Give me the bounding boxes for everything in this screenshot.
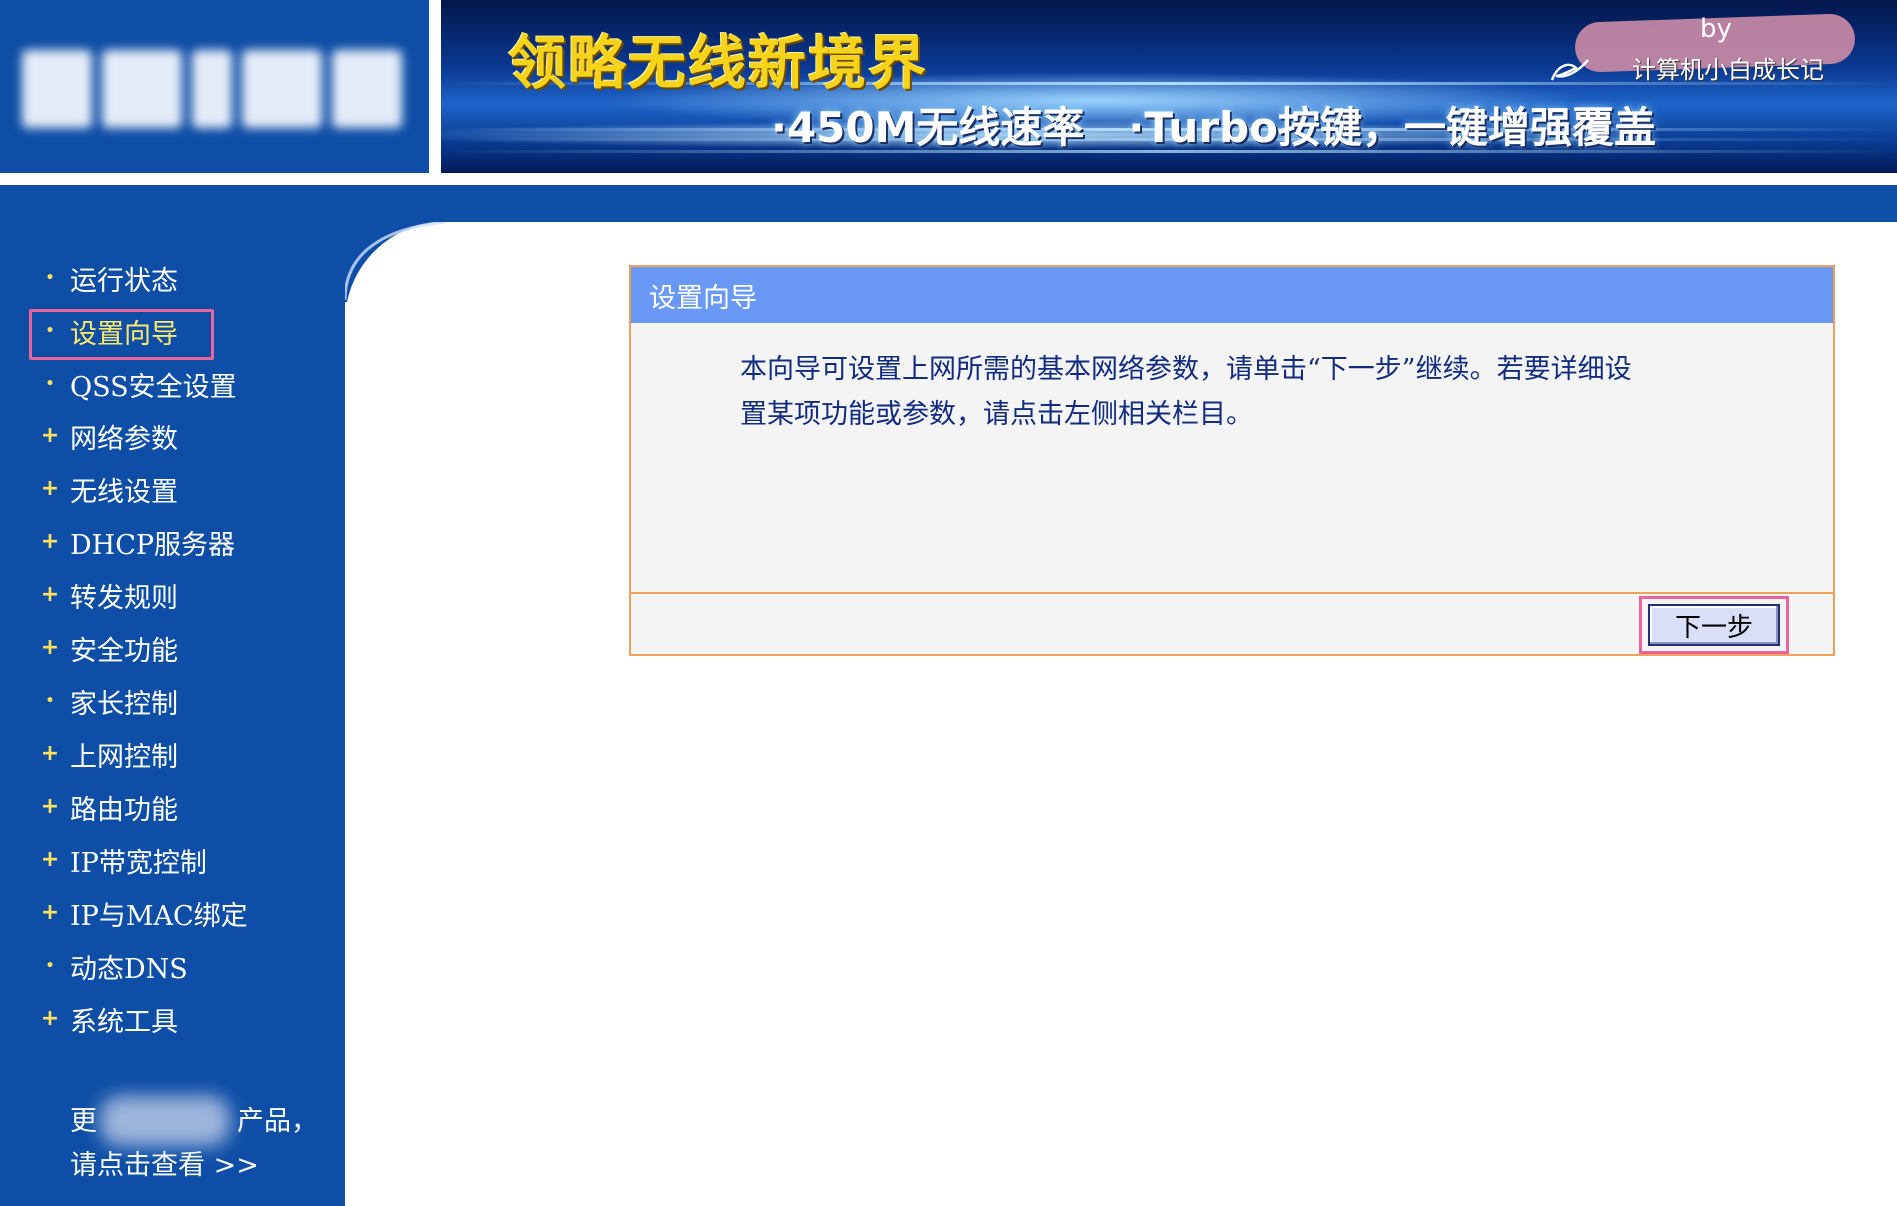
- sidebar-item-label: 无线设置: [70, 476, 178, 508]
- sidebar-item-bandwidth-control[interactable]: + IP带宽控制: [40, 840, 207, 880]
- wizard-description-line1: 本向导可设置上网所需的基本网络参数，请单击“下一步”继续。若要详细设: [740, 354, 1632, 385]
- brand-logo-area: [0, 0, 429, 173]
- header-divider-bar: [0, 185, 1897, 222]
- watermark-author: 计算机小白成长记: [1632, 56, 1824, 84]
- sidebar-item-label: 转发规则: [70, 582, 178, 614]
- sidebar-item-label: QSS安全设置: [70, 371, 237, 403]
- sidebar-item-system-tools[interactable]: + 系统工具: [40, 999, 178, 1039]
- router-admin-page: 领略无线新境界 ·450M无线速率 ·Turbo按键，一键增强覆盖 by 计算机小…: [0, 0, 1897, 1206]
- panel-divider: [631, 592, 1833, 594]
- bullet-dot-icon: •: [45, 270, 55, 286]
- setup-wizard-panel: 设置向导 本向导可设置上网所需的基本网络参数，请单击“下一步”继续。若要详细设 …: [629, 265, 1835, 656]
- expand-plus-icon: +: [40, 423, 60, 448]
- wizard-description-line2: 置某项功能或参数，请点击左侧相关栏目。: [740, 399, 1253, 430]
- sidebar-item-qss[interactable]: • QSS安全设置: [40, 364, 237, 404]
- sidebar-item-routing[interactable]: + 路由功能: [40, 787, 178, 827]
- sidebar-item-forwarding[interactable]: + 转发规则: [40, 575, 178, 615]
- sidebar-item-ddns[interactable]: • 动态DNS: [40, 946, 188, 986]
- expand-plus-icon: +: [40, 741, 60, 766]
- bullet-dot-icon: •: [45, 958, 55, 974]
- sidebar-item-wireless[interactable]: + 无线设置: [40, 469, 178, 509]
- sidebar-item-label: 网络参数: [70, 423, 178, 455]
- banner-feature-turbo: ·Turbo按键，一键增强覆盖: [1128, 103, 1656, 152]
- expand-plus-icon: +: [40, 794, 60, 819]
- bullet-dot-icon: •: [45, 376, 55, 392]
- panel-title: 设置向导: [631, 267, 1833, 323]
- banner-title: 领略无线新境界: [508, 29, 929, 97]
- sidebar-item-network[interactable]: + 网络参数: [40, 416, 178, 456]
- watermark-swirl-icon: [1550, 59, 1589, 81]
- sidebar-item-dhcp[interactable]: + DHCP服务器: [40, 522, 235, 562]
- sidebar-item-label: 家长控制: [70, 688, 178, 720]
- expand-plus-icon: +: [40, 1006, 60, 1031]
- sidebar-item-label: DHCP服务器: [70, 529, 236, 561]
- sidebar-item-label: 系统工具: [70, 1006, 178, 1038]
- sidebar-item-ip-mac-binding[interactable]: + IP与MAC绑定: [40, 893, 248, 933]
- bullet-dot-icon: •: [45, 323, 55, 339]
- sidebar-item-label: 运行状态: [70, 265, 178, 297]
- sidebar-item-security[interactable]: + 安全功能: [40, 628, 178, 668]
- expand-plus-icon: +: [40, 900, 60, 925]
- sidebar-item-setup-wizard[interactable]: • 设置向导: [40, 311, 178, 351]
- more-products-line2: 请点击查看 >>: [70, 1150, 259, 1181]
- sidebar-item-access-control[interactable]: + 上网控制: [40, 734, 178, 774]
- next-button-highlight: 下一步: [1639, 596, 1789, 654]
- sidebar-item-parental-control[interactable]: • 家长控制: [40, 681, 178, 721]
- expand-plus-icon: +: [40, 635, 60, 660]
- watermark-by: by: [1700, 14, 1732, 44]
- expand-plus-icon: +: [40, 529, 60, 554]
- sidebar-item-label: 动态DNS: [70, 953, 188, 985]
- redacted-text-blur: [100, 1096, 230, 1146]
- sidebar-item-status[interactable]: • 运行状态: [40, 258, 178, 298]
- next-step-button[interactable]: 下一步: [1648, 604, 1780, 646]
- sidebar-item-label: IP与MAC绑定: [70, 900, 248, 932]
- expand-plus-icon: +: [40, 847, 60, 872]
- expand-plus-icon: +: [40, 582, 60, 607]
- sidebar-item-label: 安全功能: [70, 635, 178, 667]
- sidebar-item-label: IP带宽控制: [70, 847, 207, 879]
- wizard-description: 本向导可设置上网所需的基本网络参数，请单击“下一步”继续。若要详细设 置某项功能…: [740, 347, 1740, 437]
- sidebar-item-label: 上网控制: [70, 741, 178, 773]
- banner-feature-speed: ·450M无线速率: [771, 103, 1085, 152]
- expand-plus-icon: +: [40, 476, 60, 501]
- brand-logo-blurred: [22, 50, 402, 128]
- sidebar-corner-curve: [345, 222, 445, 302]
- sidebar-item-label: 路由功能: [70, 794, 178, 826]
- sidebar-item-label: 设置向导: [70, 318, 178, 350]
- banner-features: ·450M无线速率 ·Turbo按键，一键增强覆盖: [771, 94, 1656, 155]
- bullet-dot-icon: •: [45, 693, 55, 709]
